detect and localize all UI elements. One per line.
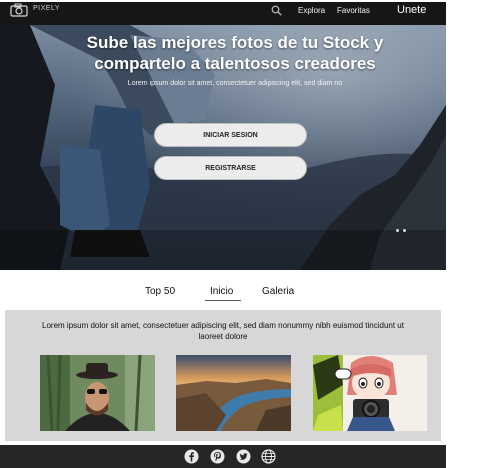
tab-galeria[interactable]: Galeria [262,286,294,297]
pinterest-icon[interactable] [210,449,225,464]
active-tab-indicator [205,300,241,301]
river-canyon-photo[interactable] [176,355,291,431]
camera-logo-icon[interactable] [10,3,28,17]
anime-girl-camera-photo[interactable] [313,355,427,431]
man-with-hat-photo[interactable] [40,355,155,431]
register-button[interactable]: REGISTRARSE [154,156,307,180]
tab-top-50[interactable]: Top 50 [145,286,175,297]
tab-inicio[interactable]: Inicio [210,286,233,297]
nav-link-explora[interactable]: Explora [298,6,325,15]
globe-icon[interactable] [261,449,276,464]
gallery-description: Lorem ipsum dolor sit amet, consectetuer… [42,321,404,341]
brand-name[interactable]: PIXELY [33,5,60,12]
carousel-dot[interactable] [396,229,399,232]
login-button[interactable]: INICIAR SESION [154,123,307,147]
nav-link-unete[interactable]: Unete [397,4,426,16]
nav-link-favoritas[interactable]: Favoritas [337,6,370,15]
search-icon[interactable] [271,5,282,16]
carousel-dot[interactable] [403,229,406,232]
facebook-icon[interactable] [184,449,199,464]
hero-headline: Sube las mejores fotos de tu Stock y com… [86,33,384,73]
top-navbar [0,2,446,25]
hero-subtext: Lorem ipsum dolor sit amet, consectetuer… [127,80,343,87]
twitter-icon[interactable] [236,449,251,464]
